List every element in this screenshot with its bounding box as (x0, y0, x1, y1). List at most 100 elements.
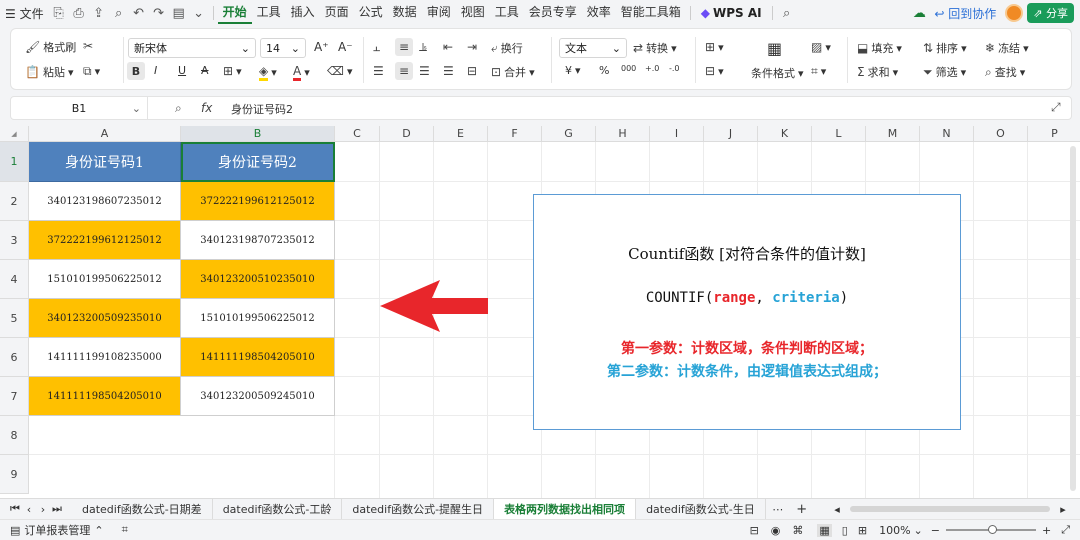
table-cell[interactable]: 340123200509245010 (181, 377, 335, 416)
next-sheet-icon[interactable]: › (36, 503, 50, 516)
layout-icon[interactable]: ⊟ (750, 524, 759, 537)
align-right-button[interactable]: ☰ (419, 64, 430, 78)
countif-info-textbox[interactable]: Countif函数 [对符合条件的值计数] COUNTIF(range, cri… (533, 194, 961, 430)
row-header[interactable]: 4 (0, 260, 29, 299)
zoom-in-button[interactable]: + (1042, 524, 1051, 537)
cell-icon[interactable]: ⌘ (792, 524, 803, 537)
align-bottom-button[interactable]: ⫡ (419, 40, 427, 55)
filter-button[interactable]: ⏷ 筛选 ▾ (923, 64, 966, 80)
paste-button[interactable]: 📋 粘贴 ▾ (25, 64, 73, 80)
column-header[interactable]: J (704, 126, 758, 142)
distribute-button[interactable]: ⊟ (467, 64, 477, 78)
cell-style-button[interactable]: ▨ ▾ (811, 40, 831, 54)
number-format-select[interactable]: 文本 ⌄ (559, 38, 627, 58)
convert-button[interactable]: ⇄ 转换 ▾ (633, 40, 677, 56)
zoom-slider[interactable] (945, 525, 1036, 534)
column-header[interactable]: B (181, 126, 335, 142)
align-center-button[interactable]: ≡ (395, 62, 413, 80)
zoom-slider-thumb[interactable] (987, 525, 997, 534)
sheet-tab[interactable]: datedif函数公式-提醒生日 (342, 498, 495, 520)
back-collab-button[interactable]: ↩ 回到协作 (929, 5, 1001, 22)
row-header[interactable]: 2 (0, 182, 29, 221)
table-cell[interactable]: 372222199612125012 (181, 182, 335, 221)
name-box[interactable]: B1 ⌄ (11, 97, 148, 119)
cond-format-button[interactable]: 条件格式 ▾ (751, 65, 804, 81)
horizontal-scrollbar[interactable] (850, 506, 1050, 512)
increase-font-button[interactable]: A⁺ (314, 40, 329, 54)
chevron-down-icon[interactable]: ⌄ (189, 6, 209, 21)
last-sheet-icon[interactable]: ⏭ (50, 502, 64, 516)
align-left-button[interactable]: ☰ (373, 64, 384, 78)
column-header[interactable]: O (974, 126, 1028, 142)
menu-tab[interactable]: 插入 (286, 3, 320, 24)
wps-ai-button[interactable]: ◆ WPS AI (695, 6, 768, 20)
thousands-button[interactable]: 000 (621, 64, 636, 73)
sheet-tab[interactable]: datedif函数公式-生日 (636, 498, 766, 520)
row-header[interactable]: 8 (0, 416, 29, 455)
formula-input[interactable]: 身份证号码2 (231, 101, 293, 117)
table-cell[interactable]: 340123200510235010 (181, 260, 335, 299)
header-cell-a1[interactable]: 身份证号码1 (29, 142, 181, 182)
more-sheets-button[interactable]: ⋯ (766, 503, 790, 516)
font-size-select[interactable]: 14 ⌄ (260, 38, 306, 58)
fx-button[interactable]: fx (201, 101, 212, 115)
bold-button[interactable]: B (127, 62, 145, 80)
justify-button[interactable]: ☰ (443, 64, 454, 78)
row-header[interactable]: 6 (0, 338, 29, 377)
menu-tab[interactable]: 工具 (490, 3, 524, 24)
sheet-tab[interactable]: datedif函数公式-工龄 (213, 498, 343, 520)
sheet-button[interactable]: ⊟ ▾ (705, 64, 724, 78)
doc-manage-button[interactable]: ▤ 订单报表管理 ⌃ (10, 522, 104, 538)
cond-format-icon[interactable]: ▦ (767, 39, 782, 58)
copy-button[interactable]: ⧉ ▾ (83, 64, 100, 79)
prev-sheet-icon[interactable]: ‹ (22, 503, 36, 516)
print-preview-icon[interactable]: ⌕ (109, 6, 129, 21)
column-header[interactable]: D (380, 126, 434, 142)
freeze-button[interactable]: ❄ 冻结 ▾ (985, 40, 1029, 56)
row-col-button[interactable]: ⊞ ▾ (705, 40, 724, 54)
search-icon[interactable]: ⌕ (777, 6, 797, 21)
select-all-corner[interactable]: ◢ (0, 126, 29, 142)
column-header[interactable]: A (29, 126, 181, 142)
menu-tab[interactable]: 效率 (582, 3, 616, 24)
fill-color-button[interactable]: ◈ ▾ (259, 64, 277, 81)
indent-increase-button[interactable]: ⇥ (467, 40, 477, 54)
currency-button[interactable]: ¥ ▾ (565, 64, 581, 77)
table-cell[interactable]: 340123200509235010 (29, 299, 181, 338)
zoom-select[interactable]: 100% ⌄ (879, 524, 923, 537)
table-cell[interactable]: 372222199612125012 (29, 221, 181, 260)
menu-tab[interactable]: 页面 (320, 3, 354, 24)
more-quick-icon[interactable]: ▤ (169, 6, 189, 21)
undo-icon[interactable]: ↶ (129, 6, 149, 21)
add-sheet-button[interactable]: + (790, 502, 814, 517)
table-cell[interactable]: 141111198504205010 (181, 338, 335, 377)
border-button[interactable]: ⊞ ▾ (223, 64, 242, 78)
sheet-tab[interactable]: 表格两列数据找出相同项 (494, 498, 637, 520)
avatar[interactable] (1005, 4, 1024, 22)
wrap-text-button[interactable]: ⤶ 换行 (491, 40, 523, 56)
row-header[interactable]: 5 (0, 299, 29, 338)
column-header[interactable]: F (488, 126, 542, 142)
save-icon[interactable]: ⎘ (49, 6, 69, 21)
column-header[interactable]: L (812, 126, 866, 142)
page-break-icon[interactable]: ⊞ (858, 524, 867, 537)
menu-tab[interactable]: 审阅 (422, 3, 456, 24)
row-header[interactable]: 9 (0, 455, 29, 494)
menu-tab[interactable]: 数据 (388, 3, 422, 24)
font-name-select[interactable]: 新宋体 ⌄ (128, 38, 256, 58)
format-painter-button[interactable]: 🖌 格式刷 (25, 39, 76, 55)
zoom-out-button[interactable]: − (931, 524, 940, 537)
page-layout-icon[interactable]: ▯ (842, 524, 848, 537)
merge-button[interactable]: ⊡ 合并 ▾ (491, 64, 535, 80)
menu-tab[interactable]: 开始 (217, 3, 252, 24)
column-header[interactable]: K (758, 126, 812, 142)
menu-tab[interactable]: 视图 (456, 3, 490, 24)
column-header[interactable]: I (650, 126, 704, 142)
row-header[interactable]: 3 (0, 221, 29, 260)
row-header[interactable]: 7 (0, 377, 29, 416)
sort-button[interactable]: ⇅ 排序 ▾ (923, 40, 967, 56)
table-cell[interactable]: 340123198707235012 (181, 221, 335, 260)
cut-button[interactable]: ✂ (83, 39, 93, 53)
underline-button[interactable]: U (178, 64, 186, 77)
table-style-button[interactable]: ⌗ ▾ (811, 64, 826, 79)
